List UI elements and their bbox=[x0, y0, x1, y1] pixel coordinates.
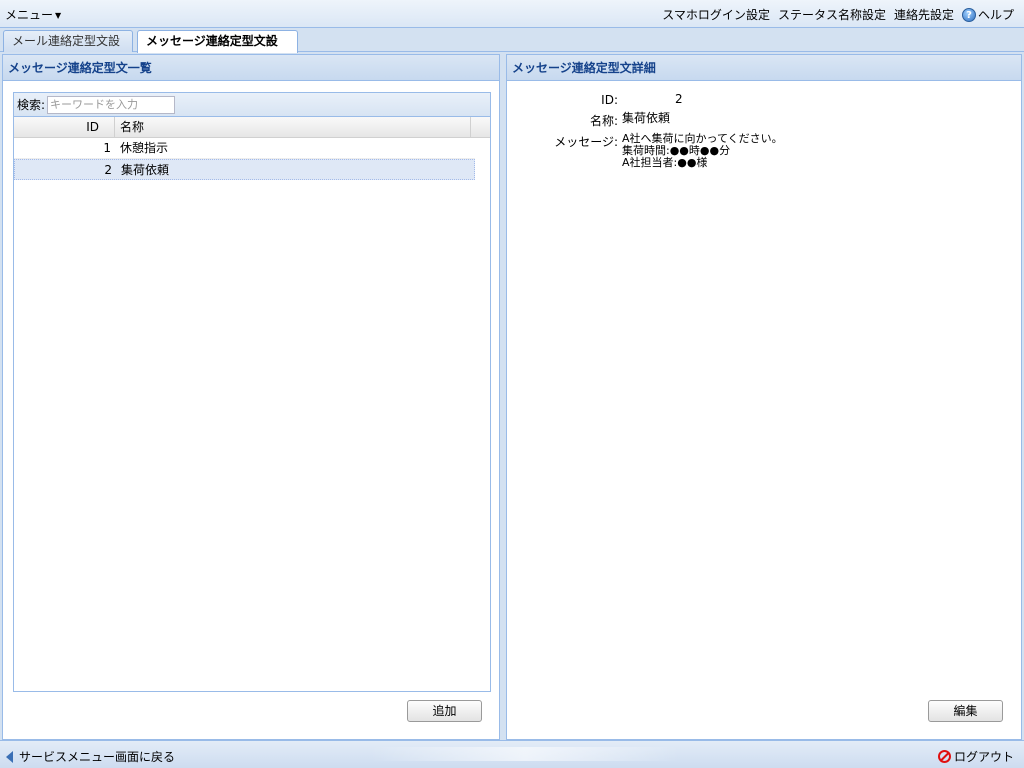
row-id: 2 bbox=[104, 163, 112, 177]
table-row[interactable]: 1 休憩指示 bbox=[14, 138, 475, 159]
add-button[interactable]: 追加 bbox=[407, 700, 482, 722]
search-label: 検索: bbox=[17, 98, 46, 112]
template-list-panel: メッセージ連絡定型文一覧 検索: ID 名称 1 休憩指示 2 集荷依頼 追加 bbox=[2, 54, 500, 740]
help-icon: ? bbox=[961, 7, 976, 22]
detail-message-value: A社へ集荷に向かってください。 集荷時間:●●時●●分 A社担当者:●●様 bbox=[622, 132, 783, 169]
logout-label: ログアウト bbox=[953, 750, 1014, 764]
template-grid: 検索: ID 名称 1 休憩指示 2 集荷依頼 bbox=[13, 92, 491, 692]
detail-id-value: 2 bbox=[675, 92, 683, 106]
contact-settings-link[interactable]: 連絡先設定 bbox=[894, 6, 954, 23]
menu-button[interactable]: メニュー ▼ bbox=[5, 6, 61, 23]
bottom-bar: サービスメニュー画面に戻る ログアウト bbox=[0, 740, 1024, 768]
grid-toolbar: 検索: bbox=[14, 93, 490, 117]
detail-message-label: メッセージ: bbox=[554, 135, 618, 149]
detail-id-label: ID: bbox=[601, 93, 618, 107]
detail-panel-title: メッセージ連絡定型文詳細 bbox=[507, 55, 1021, 81]
top-links: スマホログイン設定 ステータス名称設定 連絡先設定 ? ヘルプ bbox=[662, 6, 1014, 23]
tab-message-templates[interactable]: メッセージ連絡定型文設定 bbox=[137, 30, 298, 68]
row-name: 休憩指示 bbox=[120, 141, 169, 155]
detail-name-value: 集荷依頼 bbox=[622, 111, 671, 125]
row-name: 集荷依頼 bbox=[121, 163, 170, 177]
grid-header: ID 名称 bbox=[14, 117, 490, 138]
table-row-selected[interactable]: 2 集荷依頼 bbox=[14, 159, 475, 180]
tab-strip: メール連絡定型文設定 メッセージ連絡定型文設定 bbox=[0, 28, 1024, 68]
help-link[interactable]: ? ヘルプ bbox=[961, 6, 1014, 23]
help-label: ヘルプ bbox=[977, 8, 1014, 22]
template-detail-panel: メッセージ連絡定型文詳細 ID: 2 名称: 集荷依頼 メッセージ: A社へ集荷… bbox=[506, 54, 1022, 740]
back-to-service-menu-link[interactable]: サービスメニュー画面に戻る bbox=[6, 748, 175, 765]
logout-link[interactable]: ログアウト bbox=[937, 748, 1014, 765]
top-bar: メニュー ▼ スマホログイン設定 ステータス名称設定 連絡先設定 ? ヘルプ bbox=[0, 0, 1024, 28]
status-name-settings-link[interactable]: ステータス名称設定 bbox=[778, 6, 886, 23]
prohibited-icon bbox=[937, 750, 951, 763]
column-header-filler bbox=[471, 117, 490, 137]
menu-label: メニュー bbox=[5, 8, 54, 22]
detail-name-label: 名称: bbox=[589, 114, 618, 128]
column-header-id[interactable]: ID bbox=[14, 117, 115, 137]
edit-button[interactable]: 編集 bbox=[928, 700, 1003, 722]
decorative-glow bbox=[370, 747, 680, 761]
smartphone-login-settings-link[interactable]: スマホログイン設定 bbox=[662, 6, 770, 23]
row-id: 1 bbox=[103, 141, 111, 155]
arrow-left-icon bbox=[6, 750, 13, 763]
column-header-name[interactable]: 名称 bbox=[115, 117, 471, 137]
tab-mail-templates[interactable]: メール連絡定型文設定 bbox=[3, 30, 133, 68]
search-input[interactable] bbox=[47, 95, 176, 114]
back-label: サービスメニュー画面に戻る bbox=[19, 750, 176, 764]
list-panel-title: メッセージ連絡定型文一覧 bbox=[3, 55, 499, 81]
chevron-down-icon: ▼ bbox=[55, 11, 62, 20]
